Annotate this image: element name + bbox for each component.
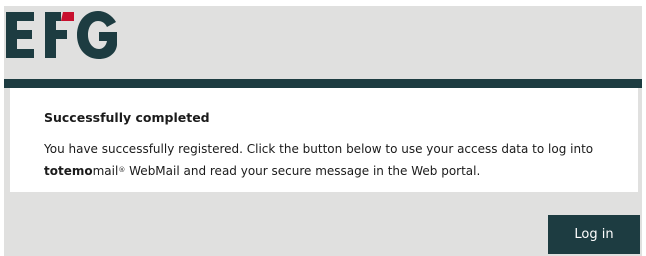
product-name-bold: totemo: [44, 164, 93, 178]
registered-mark: ®: [118, 166, 126, 174]
header-divider: [4, 79, 642, 88]
message-part-1: You have successfully registered. Click …: [44, 142, 594, 156]
confirmation-card: Successfully completed You have successf…: [10, 88, 638, 192]
efg-logo-mark: [6, 11, 117, 59]
login-button[interactable]: Log in: [548, 215, 640, 254]
card-title: Successfully completed: [44, 110, 210, 125]
efg-logo: [4, 8, 122, 60]
product-name-rest: mail: [92, 164, 119, 178]
message-part-2: WebMail and read your secure message in …: [125, 164, 481, 178]
card-message: You have successfully registered. Click …: [44, 138, 624, 182]
